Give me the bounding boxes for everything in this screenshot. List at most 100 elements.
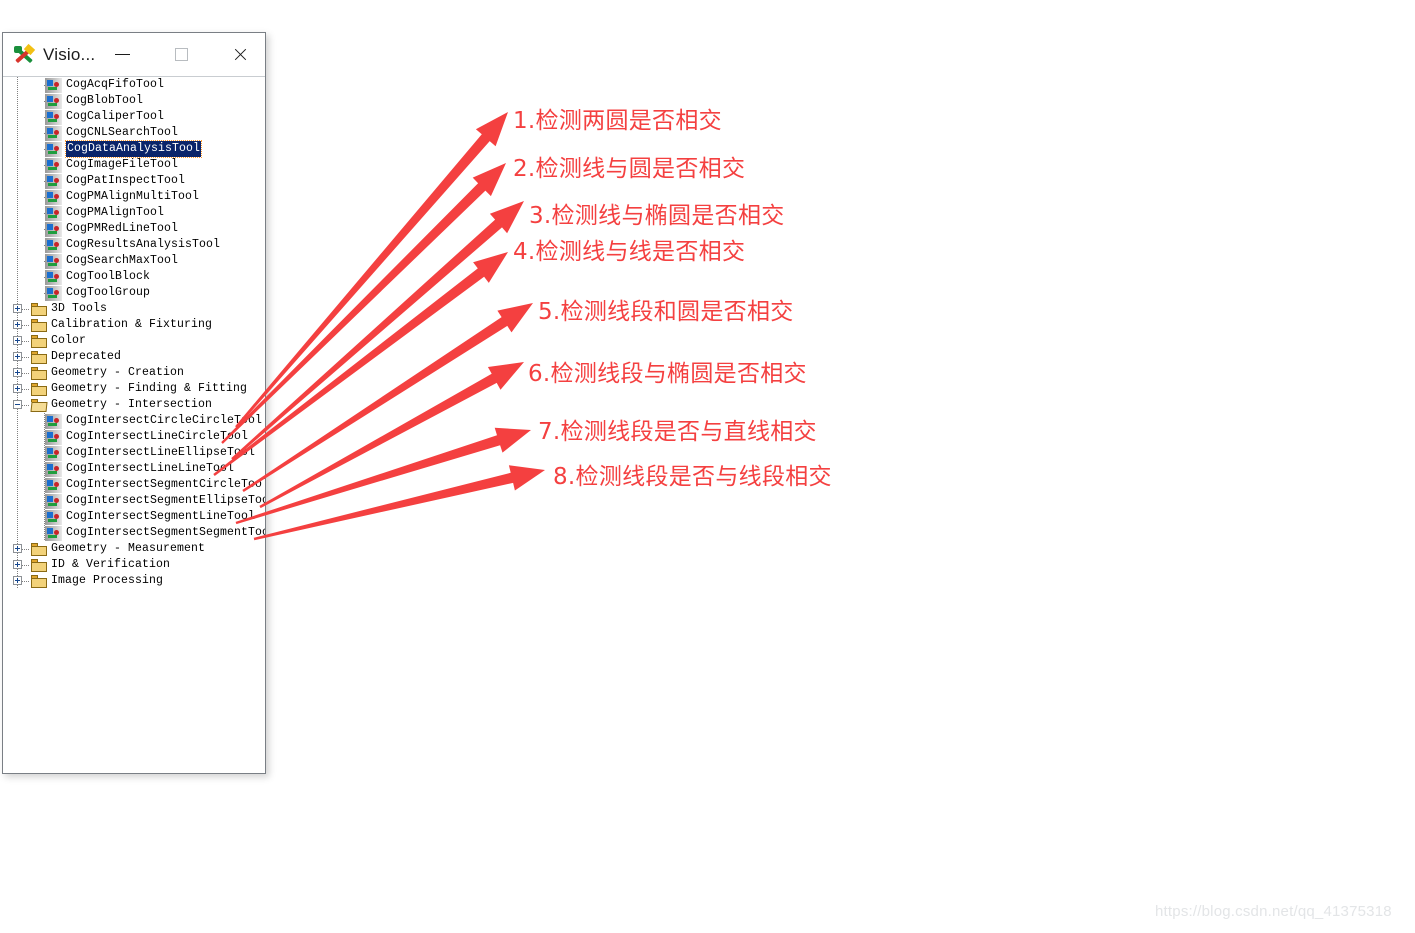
tree-item-label: Geometry - Measurement (51, 542, 206, 555)
tree-tool-row[interactable]: CogIntersectCircleCircleTool (3, 413, 265, 429)
tree-item-label: CogImageFileTool (66, 158, 179, 171)
folder-icon (30, 399, 48, 412)
tree-tool-row[interactable]: CogSearchMaxTool (3, 253, 265, 269)
tree-item-label: CogAcqFifoTool (66, 78, 165, 91)
tree-item-label: 3D Tools (51, 302, 108, 315)
expand-plus-icon[interactable] (13, 352, 22, 361)
tree-item-label: Geometry - Intersection (51, 398, 213, 411)
folder-icon (31, 303, 47, 316)
tree-folder-row[interactable]: Geometry - Measurement (3, 541, 265, 557)
annotation-text-1: 1.检测两圆是否相交 (513, 108, 722, 134)
hammer-wrench-icon (13, 43, 36, 66)
folder-icon (31, 559, 47, 572)
tree-tool-row[interactable]: CogIntersectLineEllipseTool (3, 445, 265, 461)
window-titlebar[interactable]: Visio... (3, 33, 265, 77)
tool-icon (45, 510, 62, 525)
tree-connector (22, 581, 30, 582)
tree-tool-row[interactable]: CogImageFileTool (3, 157, 265, 173)
expand-plus-icon[interactable] (13, 304, 22, 313)
tree-tool-row[interactable]: CogDataAnalysisTool (3, 140, 265, 158)
tree-tool-row[interactable]: CogIntersectSegmentEllipseTool (3, 493, 265, 509)
tree-tool-row[interactable]: CogPatInspectTool (3, 173, 265, 189)
folder-icon (31, 319, 47, 332)
tool-icon (45, 222, 62, 237)
tree-folder-row[interactable]: ID & Verification (3, 557, 265, 573)
tree-item-label: Geometry - Creation (51, 366, 185, 379)
maximize-button[interactable] (158, 33, 204, 76)
expand-plus-icon[interactable] (13, 544, 22, 553)
minimize-button[interactable] (99, 33, 145, 76)
toolbox-tree[interactable]: CogAcqFifoTool CogBlobTool CogCaliperTool C… (3, 77, 265, 773)
tree-item-label: Deprecated (51, 350, 122, 363)
watermark: https://blog.csdn.net/qq_41375318 (1155, 903, 1392, 920)
tree-tool-row[interactable]: CogIntersectSegmentLineTool (3, 509, 265, 525)
expand-plus-icon[interactable] (13, 368, 22, 377)
tree-connector (22, 357, 30, 358)
tree-item-label: CogToolBlock (66, 270, 151, 283)
expand-plus-icon[interactable] (13, 576, 22, 585)
tree-tool-row[interactable]: CogPMRedLineTool (3, 221, 265, 237)
folder-icon (31, 351, 47, 364)
tree-tool-row[interactable]: CogResultsAnalysisTool (3, 237, 265, 253)
tool-icon (45, 286, 62, 301)
tool-icon (45, 110, 62, 125)
expand-plus-icon[interactable] (13, 560, 22, 569)
tool-icon (45, 254, 62, 269)
folder-icon (31, 383, 47, 396)
tree-folder-row[interactable]: Calibration & Fixturing (3, 317, 265, 333)
tool-icon (45, 526, 62, 541)
annotation-arrow-3 (231, 201, 524, 460)
tree-folder-row[interactable]: Geometry - Creation (3, 365, 265, 381)
tree-tool-row[interactable]: CogIntersectLineCircleTool (3, 429, 265, 445)
tree-tool-row[interactable]: CogIntersectSegmentSegmentTool (3, 525, 265, 541)
tree-item-label: CogPMAlignMultiTool (66, 190, 200, 203)
tree-item-label: CogBlobTool (66, 94, 144, 107)
maximize-icon (174, 48, 188, 61)
tool-icon (45, 414, 62, 429)
tree-item-label: CogResultsAnalysisTool (66, 238, 221, 251)
annotation-arrow-1 (235, 112, 508, 428)
expand-plus-icon[interactable] (13, 320, 22, 329)
tree-connector (22, 565, 30, 566)
tool-icon (45, 430, 62, 445)
expand-plus-icon[interactable] (13, 336, 22, 345)
tree-tool-row[interactable]: CogIntersectLineLineTool (3, 461, 265, 477)
annotation-text-5: 5.检测线段和圆是否相交 (538, 299, 794, 325)
tree-item-label-selected: CogDataAnalysisTool (64, 140, 203, 158)
collapse-minus-icon[interactable] (13, 400, 22, 409)
folder-icon (31, 335, 47, 348)
tree-tool-row[interactable]: CogAcqFifoTool (3, 77, 265, 93)
tree-connector (22, 405, 30, 406)
tree-tool-row[interactable]: CogIntersectSegmentCircleTool (3, 477, 265, 493)
tree-folder-row[interactable]: 3D Tools (3, 301, 265, 317)
tree-item-label: CogSearchMaxTool (66, 254, 179, 267)
tree-folder-row[interactable]: Color (3, 333, 265, 349)
tree-folder-row[interactable]: Image Processing (3, 573, 265, 589)
tree-item-label: CogIntersectSegmentEllipseTool (66, 494, 265, 507)
tree-connector (22, 341, 30, 342)
tree-tool-row[interactable]: CogToolBlock (3, 269, 265, 285)
tree-tool-row[interactable]: CogToolGroup (3, 285, 265, 301)
tree-item-label: CogIntersectLineEllipseTool (66, 446, 256, 459)
annotation-arrow-6 (259, 362, 524, 509)
visio-toolbox-window: Visio... CogAcqFifoTool CogBlobTool CogCal… (2, 32, 266, 774)
tree-tool-row[interactable]: CogPMAlignMultiTool (3, 189, 265, 205)
tool-icon (45, 270, 62, 285)
tool-icon (45, 78, 62, 93)
tree-item-label: CogIntersectSegmentSegmentTool (66, 526, 265, 539)
tree-connector (22, 549, 30, 550)
tree-folder-row[interactable]: Geometry - Intersection (3, 397, 265, 413)
tree-tool-row[interactable]: CogCNLSearchTool (3, 125, 265, 141)
expand-plus-icon[interactable] (13, 384, 22, 393)
tree-tool-row[interactable]: CogPMAlignTool (3, 205, 265, 221)
tree-item-label: Image Processing (51, 574, 164, 587)
tree-item-label: CogToolGroup (66, 286, 151, 299)
tree-guide-line-sub (44, 413, 45, 541)
close-button[interactable] (217, 33, 263, 76)
tree-folder-row[interactable]: Deprecated (3, 349, 265, 365)
tree-connector (22, 389, 30, 390)
tree-item-label: ID & Verification (51, 558, 171, 571)
tree-tool-row[interactable]: CogCaliperTool (3, 109, 265, 125)
tree-folder-row[interactable]: Geometry - Finding & Fitting (3, 381, 265, 397)
tree-tool-row[interactable]: CogBlobTool (3, 93, 265, 109)
